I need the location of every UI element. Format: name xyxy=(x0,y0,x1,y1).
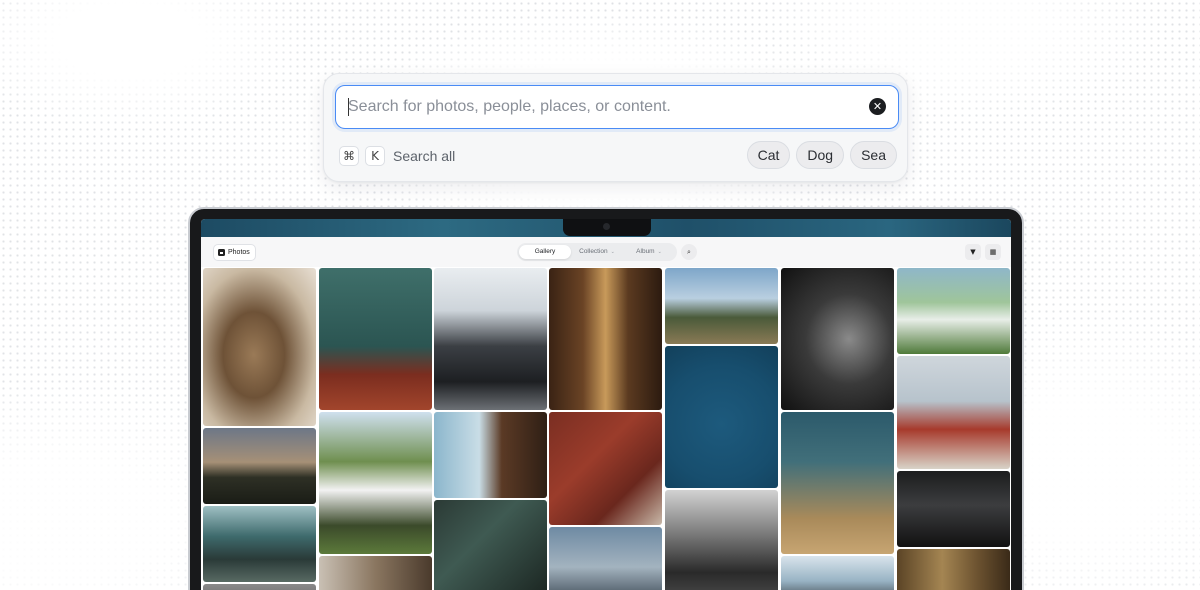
photo-thumbnail-cat[interactable] xyxy=(203,268,316,426)
command-key-icon: ⌘ xyxy=(339,146,359,166)
photo-thumbnail-teal-room[interactable] xyxy=(319,268,432,410)
search-panel: ✕ ⌘ K Search all Cat Dog Sea xyxy=(323,73,908,182)
tab-collection-label: Collection xyxy=(579,248,608,255)
photo-thumbnail-dark-building[interactable] xyxy=(434,500,547,590)
tab-collection[interactable]: Collection ⌄ xyxy=(571,245,623,259)
photo-thumbnail-airplane-moon[interactable] xyxy=(665,346,778,488)
tab-gallery-label: Gallery xyxy=(534,248,556,255)
photo-thumbnail-brick-building[interactable] xyxy=(549,412,662,525)
laptop-frame: Photos Gallery Collection ⌄ Album ⌄ ⌕ ▼ ▦ xyxy=(188,207,1024,590)
photo-thumbnail-library[interactable] xyxy=(549,268,662,410)
k-key: K xyxy=(365,146,385,166)
photo-thumbnail-white-house[interactable] xyxy=(319,412,432,554)
photo-thumbnail-beach-window[interactable] xyxy=(434,412,547,498)
tab-album-label: Album xyxy=(636,248,655,255)
search-input[interactable] xyxy=(348,86,848,127)
search-field-container[interactable]: ✕ xyxy=(335,85,899,129)
photo-thumbnail-dusk-city[interactable] xyxy=(549,527,662,590)
chevron-down-icon: ⌄ xyxy=(657,249,662,255)
photo-thumbnail-bw-man[interactable] xyxy=(781,268,894,410)
tab-album[interactable]: Album ⌄ xyxy=(623,245,675,259)
photo-thumbnail-golf-cart[interactable] xyxy=(897,268,1010,354)
suggestion-chip-dog[interactable]: Dog xyxy=(796,141,845,169)
photo-thumbnail-ocean-shadow[interactable] xyxy=(781,412,894,554)
grid-icon[interactable]: ▦ xyxy=(985,244,1001,260)
photos-app-toolbar: Photos Gallery Collection ⌄ Album ⌄ ⌕ ▼ ▦ xyxy=(201,237,1011,267)
camera-notch xyxy=(563,219,651,236)
photo-thumbnail-machinery[interactable] xyxy=(203,506,316,582)
suggestion-chips: Cat Dog Sea xyxy=(746,141,897,169)
clear-icon[interactable]: ✕ xyxy=(869,98,886,115)
photo-thumbnail-lifeguard[interactable] xyxy=(897,356,1010,469)
suggestion-chip-cat[interactable]: Cat xyxy=(746,141,791,169)
photo-thumbnail-silhouettes[interactable] xyxy=(897,471,1010,547)
chevron-down-icon: ⌄ xyxy=(610,249,615,255)
filter-icon[interactable]: ▼ xyxy=(965,244,981,260)
photo-thumbnail-house-trees[interactable] xyxy=(665,268,778,344)
photo-thumbnail-sunset-field[interactable] xyxy=(203,428,316,504)
search-all-shortcut[interactable]: ⌘ K Search all xyxy=(339,145,455,167)
photos-app-icon xyxy=(218,249,225,256)
photo-thumbnail-guitar-room[interactable] xyxy=(319,556,432,590)
photo-thumbnail-window-view[interactable] xyxy=(781,556,894,590)
search-all-label: Search all xyxy=(393,148,456,164)
laptop-screen: Photos Gallery Collection ⌄ Album ⌄ ⌕ ▼ ▦ xyxy=(201,219,1011,590)
photo-thumbnail-curtain-room[interactable] xyxy=(897,549,1010,590)
photo-thumbnail-extra-bottom[interactable] xyxy=(203,584,316,590)
app-name-label: Photos xyxy=(228,249,250,256)
app-name-button[interactable]: Photos xyxy=(213,244,256,261)
suggestion-chip-sea[interactable]: Sea xyxy=(850,141,897,169)
photo-thumbnail-car-marina[interactable] xyxy=(434,268,547,410)
tab-gallery[interactable]: Gallery xyxy=(519,245,571,259)
photo-thumbnail-cockpit[interactable] xyxy=(665,490,778,590)
view-segmented-control: Gallery Collection ⌄ Album ⌄ xyxy=(517,243,677,261)
search-icon[interactable]: ⌕ xyxy=(681,244,697,260)
